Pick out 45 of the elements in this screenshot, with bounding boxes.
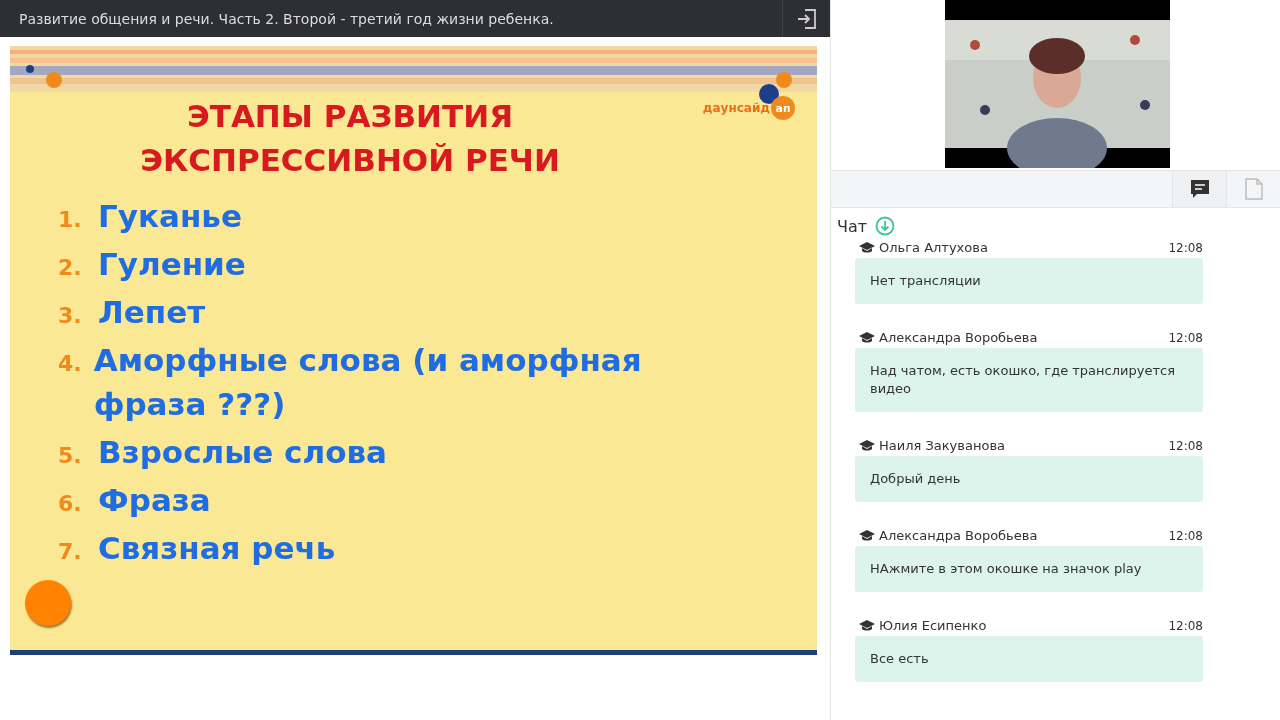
message-time: 12:08 xyxy=(1168,330,1203,345)
item-text: Лепет xyxy=(98,293,206,332)
course-title: Развитие общения и речи. Часть 2. Второй - третий год жизни ребенка. xyxy=(18,10,554,27)
dot-icon xyxy=(759,84,779,104)
message-time: 12:08 xyxy=(1168,438,1203,453)
chat-tab[interactable] xyxy=(1172,171,1226,207)
message-time: 12:08 xyxy=(1168,618,1203,633)
item-text: Взрослые слова xyxy=(98,433,387,472)
message-author: Александра Воробьева xyxy=(879,528,1039,543)
item-number: 6. xyxy=(58,491,83,516)
item-number: 7. xyxy=(58,539,83,564)
message-author: Юлия Есипенко xyxy=(879,618,988,633)
message-author: Александра Воробьева xyxy=(879,330,1039,345)
message-bubble: НАжмите в этом окошке на значок play xyxy=(855,546,1203,592)
graduation-cap-icon xyxy=(859,619,875,632)
graduation-cap-icon xyxy=(859,439,875,452)
message-bubble: Все есть xyxy=(855,636,1203,682)
message-author: Наиля Закуванова xyxy=(879,438,1006,453)
graduation-cap-icon xyxy=(859,529,875,542)
item-number: 3. xyxy=(58,303,83,328)
logo-text: даунсайд xyxy=(702,101,770,115)
item-number: 5. xyxy=(58,443,83,468)
message-bubble: Нет трансляции xyxy=(855,258,1203,304)
logo-circle: ап xyxy=(771,96,795,120)
message-time: 12:08 xyxy=(1168,528,1203,543)
slide-title: ЭТАПЫ РАЗВИТИЯ xyxy=(186,97,514,136)
item-number: 1. xyxy=(58,207,83,232)
item-text: Связная речь xyxy=(98,529,336,568)
graduation-cap-icon xyxy=(859,241,875,254)
item-number: 4. xyxy=(58,351,82,376)
item-text: Аморфные слова (и аморфная фраза ???) xyxy=(93,341,643,424)
message-bubble: Над чатом, есть окошко, где транслируется видео xyxy=(855,348,1203,412)
item-text: Гуканье xyxy=(98,197,242,236)
message-bubble: Добрый день xyxy=(855,456,1203,502)
slide-title: ЭКСПРЕССИВНОЙ РЕЧИ xyxy=(139,141,561,180)
chat-title: Чат xyxy=(837,216,868,236)
item-text: Фраза xyxy=(98,481,211,520)
circle-icon xyxy=(25,580,71,626)
speech-bubble-icon xyxy=(1188,178,1211,200)
item-number: 2. xyxy=(58,255,83,280)
graduation-cap-icon xyxy=(859,331,875,344)
item-text: Гуление xyxy=(98,245,246,284)
message-author: Ольга Алтухова xyxy=(879,240,989,255)
document-icon xyxy=(1244,178,1263,200)
message-time: 12:08 xyxy=(1168,240,1203,255)
